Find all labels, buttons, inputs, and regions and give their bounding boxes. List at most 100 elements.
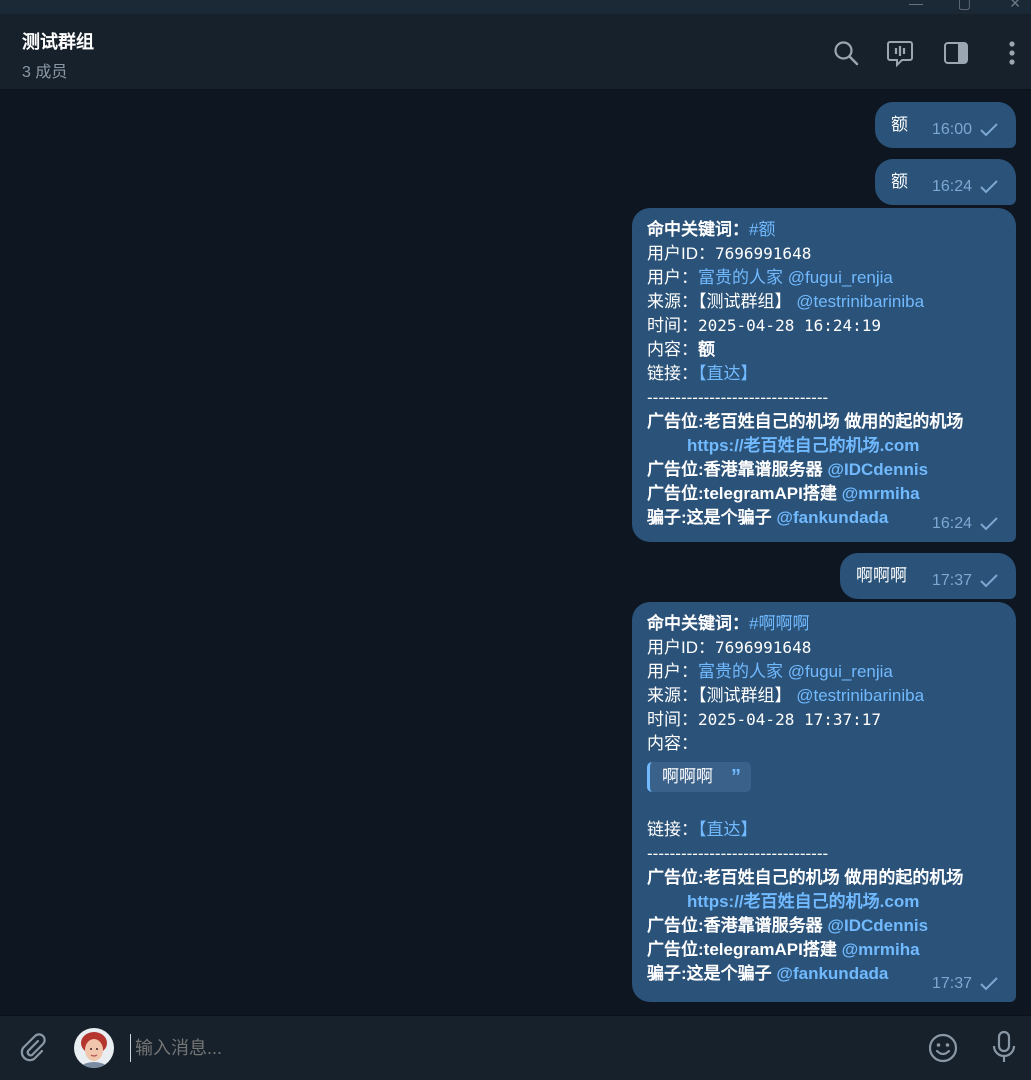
emoji-icon[interactable] [927, 1032, 959, 1064]
message-input[interactable] [130, 1034, 890, 1062]
link-label: 链接： [647, 364, 698, 383]
direct-link[interactable]: 【直达】 [698, 820, 758, 839]
source-group: 【测试群组】 [698, 686, 792, 705]
uid-value: 7696991648 [715, 638, 812, 657]
source-label: 来源： [647, 686, 698, 705]
chat-title[interactable]: 测试群组 [22, 28, 94, 54]
ad2-text: 广告位:香港靠谱服务器 [647, 916, 828, 935]
message-list[interactable]: 额 16:00 额 16:24 命中关键词：#额 用户ID：7696991648… [0, 91, 1031, 1015]
ad-line-1: 广告位:老百姓自己的机场 做用的起的机场 [647, 868, 964, 887]
message-meta: 17:37 [932, 569, 998, 593]
time-label: 时间： [647, 316, 698, 335]
check-icon [980, 180, 998, 194]
ad2-handle-link[interactable]: @IDCdennis [827, 460, 928, 479]
message-meta: 16:24 [932, 175, 998, 199]
ad3-text: 广告位:telegramAPI搭建 [647, 484, 842, 503]
ad-line-2: 广告位:香港靠谱服务器 @IDCdennis [647, 458, 1000, 482]
ad-url-link[interactable]: https://老百姓自己的机场.com [687, 892, 919, 911]
user-name-link[interactable]: 富贵的人家 [698, 662, 783, 681]
ad4-handle-link[interactable]: @fankundada [776, 508, 888, 527]
time-line: 时间：2025-04-28 17:37:17 [647, 708, 1000, 732]
quote-text: 啊啊啊 [662, 767, 713, 786]
close-button[interactable]: ✕ [1009, 0, 1021, 10]
source-line: 来源：【测试群组】 @testrinibariniba [647, 684, 1000, 708]
ad-line-1: 广告位:老百姓自己的机场 做用的起的机场 [647, 412, 964, 431]
message-text: 啊啊啊 [856, 566, 907, 585]
source-handle-link[interactable]: @testrinibariniba [796, 292, 924, 311]
minimize-button[interactable]: — [909, 0, 923, 10]
link-line: 链接：【直达】 [647, 362, 1000, 386]
maximize-button[interactable]: ▢ [958, 0, 971, 10]
user-handle-link[interactable]: @fugui_renjia [788, 268, 893, 287]
ad-url-line: https://老百姓自己的机场.com [647, 434, 1000, 458]
message-time: 17:37 [931, 572, 972, 589]
user-name-link[interactable]: 富贵的人家 [698, 268, 783, 287]
ad4-text: 骗子:这是个骗子 [647, 508, 777, 527]
ad3-text: 广告位:telegramAPI搭建 [647, 940, 842, 959]
keyword-line: 命中关键词：#啊啊啊 [647, 612, 1000, 636]
ad2-handle-link[interactable]: @IDCdennis [827, 916, 928, 935]
direct-link[interactable]: 【直达】 [698, 364, 758, 383]
source-handle-link[interactable]: @testrinibariniba [796, 686, 924, 705]
keyword-line: 命中关键词：#额 [647, 218, 1000, 242]
ad-line-3: 广告位:telegramAPI搭建 @mrmiha [647, 938, 1000, 962]
check-icon [980, 123, 998, 137]
check-icon [980, 977, 998, 991]
content-quote[interactable]: 啊啊啊 ” [647, 756, 1000, 800]
ad-url-link[interactable]: https://老百姓自己的机场.com [687, 436, 919, 455]
quote-block: 啊啊啊 ” [647, 762, 751, 792]
keyword-hashtag[interactable]: #额 [749, 220, 775, 239]
ad-line-2: 广告位:香港靠谱服务器 @IDCdennis [647, 914, 1000, 938]
ad3-handle-link[interactable]: @mrmiha [842, 484, 920, 503]
content-value: 额 [698, 340, 715, 359]
message-time: 16:00 [931, 121, 972, 138]
uid-line: 用户ID：7696991648 [647, 636, 1000, 660]
telegram-window: — ▢ ✕ 测试群组 3 成员 额 16:00 额 16:24 命中关键词：#额… [0, 0, 1031, 1080]
time-label: 时间： [647, 710, 698, 729]
user-handle-link[interactable]: @fugui_renjia [788, 662, 893, 681]
user-label: 用户： [647, 268, 698, 287]
title-bar: — ▢ ✕ [0, 0, 1031, 14]
keyword-alert-message[interactable]: 命中关键词：#啊啊啊 用户ID：7696991648 用户：富贵的人家 @fug… [632, 602, 1016, 1002]
source-group: 【测试群组】 [698, 292, 792, 311]
chat-header[interactable]: 测试群组 3 成员 [0, 14, 1031, 90]
composer-bar [0, 1015, 1031, 1080]
topics-icon[interactable] [885, 38, 915, 68]
keyword-alert-message[interactable]: 命中关键词：#额 用户ID：7696991648 用户：富贵的人家 @fugui… [632, 208, 1016, 542]
message-bubble[interactable]: 啊啊啊 17:37 [840, 553, 1016, 599]
ad-line-3: 广告位:telegramAPI搭建 @mrmiha [647, 482, 1000, 506]
mic-icon[interactable] [989, 1030, 1019, 1064]
user-line: 用户：富贵的人家 @fugui_renjia [647, 266, 1000, 290]
side-panel-icon[interactable] [941, 38, 971, 68]
content-line: 内容：额 [647, 338, 1000, 362]
divider-line: -------------------------------- [647, 844, 829, 863]
link-label: 链接： [647, 820, 698, 839]
user-line: 用户：富贵的人家 @fugui_renjia [647, 660, 1000, 684]
keyword-hashtag[interactable]: #啊啊啊 [749, 614, 809, 633]
ad4-text: 骗子:这是个骗子 [647, 964, 777, 983]
message-bubble[interactable]: 额 16:00 [875, 102, 1016, 148]
member-count: 3 成员 [22, 64, 68, 81]
divider-line: -------------------------------- [647, 388, 829, 407]
message-meta: 16:24 [932, 512, 998, 536]
avatar[interactable] [74, 1028, 114, 1068]
content-label: 内容： [647, 734, 698, 753]
message-bubble[interactable]: 额 16:24 [875, 159, 1016, 205]
link-line: 链接：【直达】 [647, 818, 1000, 842]
message-time: 16:24 [931, 515, 972, 532]
uid-value: 7696991648 [715, 244, 812, 263]
message-time: 17:37 [931, 975, 972, 992]
ad2-text: 广告位:香港靠谱服务器 [647, 460, 828, 479]
ad-url-line: https://老百姓自己的机场.com [647, 890, 1000, 914]
search-icon[interactable] [831, 38, 861, 68]
more-menu-icon[interactable] [1005, 38, 1019, 68]
check-icon [980, 517, 998, 531]
check-icon [980, 574, 998, 588]
user-label: 用户： [647, 662, 698, 681]
ad4-handle-link[interactable]: @fankundada [776, 964, 888, 983]
attach-icon[interactable] [16, 1032, 48, 1064]
ad3-handle-link[interactable]: @mrmiha [842, 940, 920, 959]
quote-icon: ” [731, 766, 741, 788]
uid-line: 用户ID：7696991648 [647, 242, 1000, 266]
